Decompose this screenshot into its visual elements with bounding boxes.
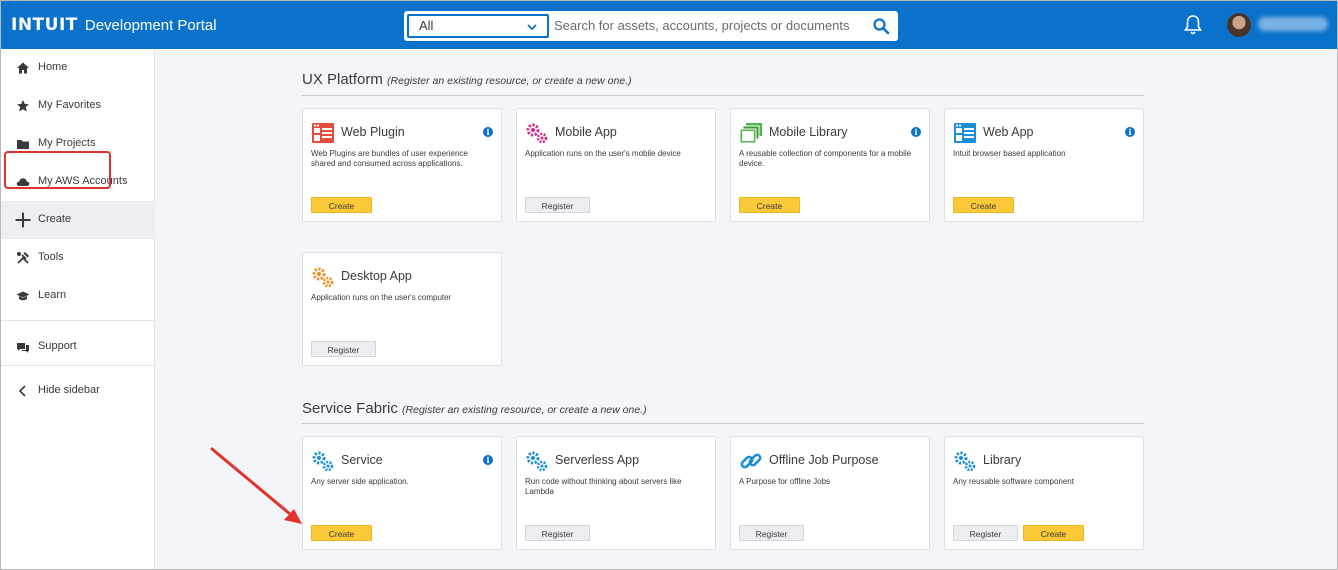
register-button[interactable]: Register (311, 341, 376, 357)
section-note: (Register an existing resource, or creat… (402, 404, 647, 416)
card-library: Library Any reusable software component … (944, 436, 1144, 550)
card-title: Web App (983, 125, 1034, 139)
avatar[interactable] (1227, 13, 1251, 37)
tools-icon (17, 252, 29, 264)
sidebar-item-support[interactable]: Support (1, 328, 155, 366)
create-button[interactable]: Create (1023, 525, 1084, 541)
library-stack-icon (739, 123, 762, 144)
notification-bell-icon[interactable] (1183, 14, 1203, 36)
card-description: A reusable collection of components for … (739, 149, 912, 168)
card-mobile-app: Mobile App Application runs on the user'… (516, 108, 716, 222)
card-offline-job-purpose: Offline Job Purpose A Purpose for offlin… (730, 436, 930, 550)
portal-logo[interactable]: INTUIT Development Portal (11, 15, 217, 35)
card-description: Run code without thinking about servers … (525, 477, 682, 496)
info-icon[interactable]: i (483, 127, 493, 137)
card-desktop-app: Desktop App Application runs on the user… (302, 252, 502, 366)
sidebar-item-label: Hide sidebar (38, 384, 100, 396)
section-title-service-fabric: Service Fabric (Register an existing res… (302, 400, 647, 417)
info-icon[interactable]: i (1125, 127, 1135, 137)
arrow-annotation (210, 447, 302, 524)
global-search: All Search for assets, accounts, project… (404, 11, 898, 41)
create-highlight-annotation (4, 151, 111, 189)
card-title: Mobile App (555, 125, 617, 139)
card-title: Serverless App (555, 453, 640, 467)
search-scope-select[interactable]: All (407, 14, 549, 38)
card-title: Service (341, 453, 383, 467)
sidebar-item-label: Support (38, 340, 77, 352)
card-description: Web Plugins are bundles of user experien… (311, 149, 468, 168)
gears-blue-icon (954, 451, 976, 472)
section-divider (302, 423, 1144, 424)
support-icon (17, 343, 29, 353)
section-note: (Register an existing resource, or creat… (387, 75, 632, 87)
search-icon[interactable] (872, 17, 890, 35)
sidebar-item-hide-sidebar[interactable]: Hide sidebar (1, 372, 155, 410)
web-plugin-icon (312, 123, 334, 143)
sidebar-item-tools[interactable]: Tools (1, 239, 155, 277)
card-title: Offline Job Purpose (769, 453, 879, 467)
portal-name: Development Portal (84, 17, 217, 34)
gears-blue-icon (526, 451, 548, 472)
card-description: Any reusable software component (953, 477, 1074, 486)
graduation-cap-icon (16, 291, 30, 301)
sidebar-item-label: My Projects (38, 137, 96, 149)
sidebar-item-label: Learn (38, 289, 67, 301)
card-mobile-library: Mobile Library i A reusable collection o… (730, 108, 930, 222)
register-button[interactable]: Register (953, 525, 1018, 541)
info-icon[interactable]: i (911, 127, 921, 137)
section-title-text: Service Fabric (302, 400, 398, 417)
card-serverless-app: Serverless App Run code without thinking… (516, 436, 716, 550)
section-title-ux-platform: UX Platform (Register an existing resour… (302, 71, 632, 88)
plus-icon (15, 212, 31, 228)
sidebar-item-home[interactable]: Home (1, 49, 155, 87)
sidebar-item-label: Home (38, 61, 68, 73)
gears-orange-icon (312, 267, 334, 288)
sidebar: Home My Favorites My Projects My AWS Acc… (1, 49, 155, 569)
create-button[interactable]: Create (739, 197, 800, 213)
card-description: A Purpose for offline Jobs (739, 477, 831, 486)
web-app-icon (954, 123, 976, 143)
card-web-plugin: Web Plugin i Web Plugins are bundles of … (302, 108, 502, 222)
create-button[interactable]: Create (311, 525, 372, 541)
top-bar: INTUIT Development Portal All Search for… (1, 1, 1337, 49)
sidebar-item-label: Tools (38, 251, 64, 263)
create-button[interactable]: Create (953, 197, 1014, 213)
sidebar-divider (1, 365, 155, 366)
star-icon (17, 100, 29, 112)
register-button[interactable]: Register (525, 525, 590, 541)
card-web-app: Web App i Intuit browser based applicati… (944, 108, 1144, 222)
chevron-left-icon (18, 385, 26, 397)
card-description: Application runs on the user's mobile de… (525, 149, 681, 158)
card-title: Desktop App (341, 269, 412, 283)
card-service: Service i Any server side application. C… (302, 436, 502, 550)
folder-icon (17, 140, 29, 149)
user-name-blurred[interactable] (1258, 17, 1328, 31)
card-description: Any server side application. (311, 477, 409, 486)
sidebar-item-label: Create (38, 213, 72, 225)
card-title: Mobile Library (769, 125, 848, 139)
card-title: Web Plugin (341, 125, 405, 139)
info-icon[interactable]: i (483, 455, 493, 465)
link-icon (740, 453, 762, 469)
search-scope-value: All (419, 18, 434, 33)
section-divider (302, 95, 1144, 96)
card-title: Library (983, 453, 1022, 467)
register-button[interactable]: Register (739, 525, 804, 541)
sidebar-item-favorites[interactable]: My Favorites (1, 87, 155, 125)
search-input[interactable]: Search for assets, accounts, projects or… (554, 18, 850, 33)
sidebar-divider (1, 320, 155, 321)
create-button[interactable]: Create (311, 197, 372, 213)
sidebar-item-create[interactable]: Create (1, 201, 155, 239)
card-description: Intuit browser based application (953, 149, 1066, 158)
app-frame: INTUIT Development Portal All Search for… (0, 0, 1338, 570)
section-title-text: UX Platform (302, 71, 383, 88)
gears-pink-icon (526, 123, 548, 144)
brand-logo: INTUIT (11, 15, 78, 35)
card-description: Application runs on the user's computer (311, 293, 452, 302)
sidebar-item-label: My Favorites (38, 99, 101, 111)
register-button[interactable]: Register (525, 197, 590, 213)
sidebar-item-learn[interactable]: Learn (1, 277, 155, 315)
chevron-down-icon (527, 24, 537, 31)
home-icon (17, 62, 29, 74)
